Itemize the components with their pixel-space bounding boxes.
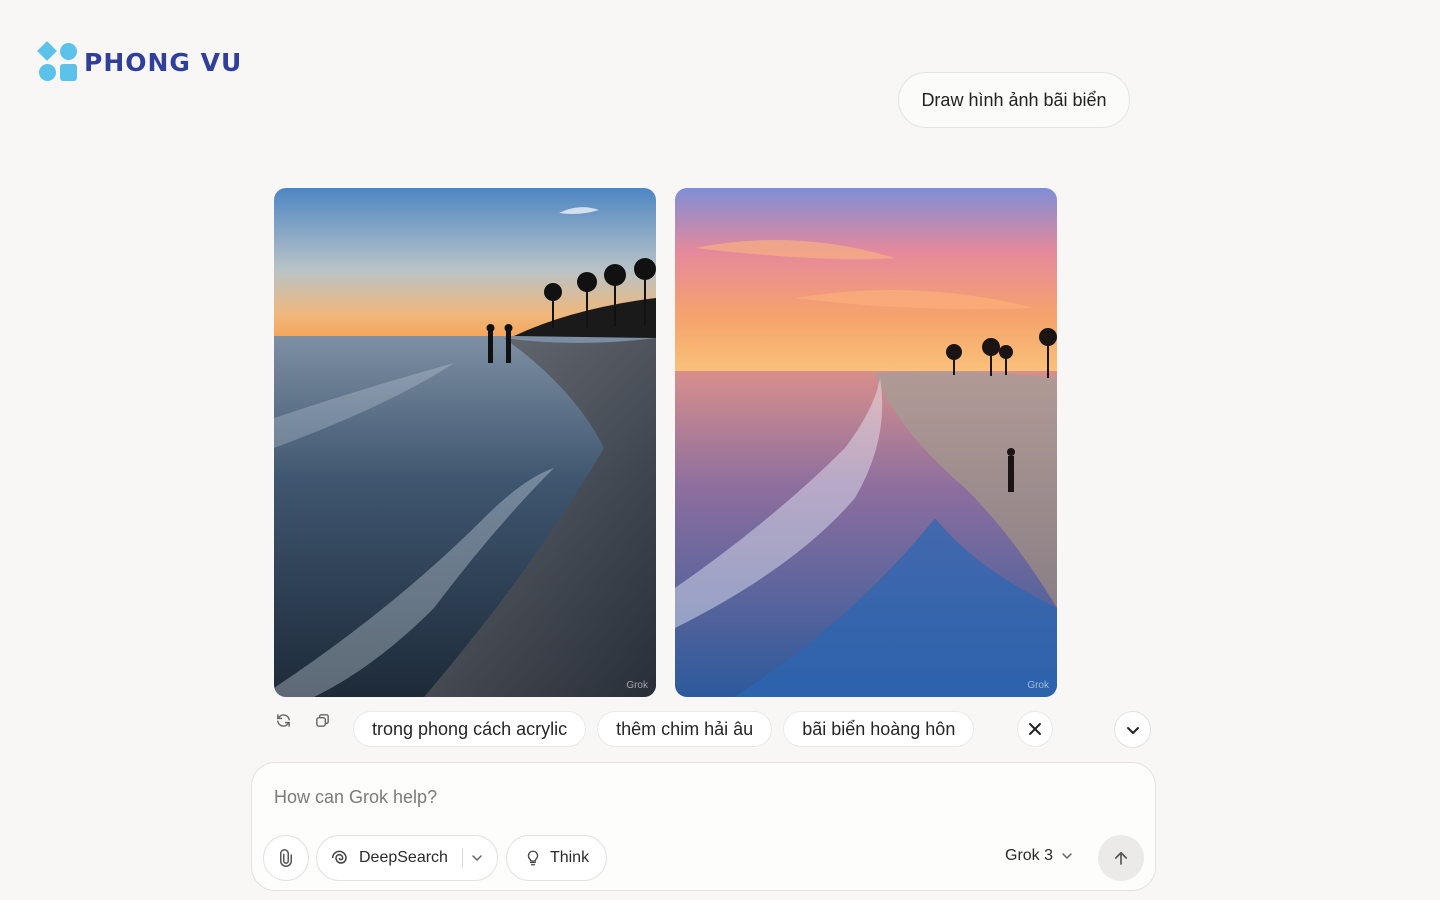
model-label: Grok 3 <box>1005 847 1054 864</box>
chevron-down-icon <box>1062 853 1072 860</box>
generated-image-1[interactable]: Grok <box>274 188 656 697</box>
lightbulb-icon <box>527 850 539 866</box>
deepsearch-options-button[interactable] <box>463 836 491 880</box>
suggestion-chip[interactable]: trong phong cách acrylic <box>353 711 587 747</box>
send-button[interactable] <box>1098 835 1144 881</box>
logo-mark-icon <box>37 41 78 82</box>
suggestion-chips: trong phong cách acrylic thêm chim hải â… <box>353 711 975 747</box>
chevron-down-icon <box>472 855 482 862</box>
suggestion-chip[interactable]: thêm chim hải âu <box>597 711 773 747</box>
composer: DeepSearch Think Grok 3 <box>251 762 1156 891</box>
model-selector[interactable]: Grok 3 <box>1005 847 1073 865</box>
close-suggestions-button[interactable] <box>1017 711 1053 747</box>
attach-button[interactable] <box>263 835 309 881</box>
deepsearch-button[interactable]: DeepSearch <box>316 835 498 881</box>
think-label: Think <box>549 849 590 866</box>
user-message-bubble: Draw hình ảnh bãi biển <box>898 72 1130 128</box>
chevron-down-icon <box>1126 726 1139 734</box>
close-icon <box>1029 723 1041 735</box>
copy-icon[interactable] <box>312 710 332 730</box>
logo-text: PHONG VU <box>84 47 243 77</box>
suggestion-chip[interactable]: bãi biển hoàng hôn <box>783 711 975 747</box>
image-watermark: Grok <box>626 680 648 691</box>
think-button[interactable]: Think <box>506 835 607 881</box>
paperclip-icon <box>280 849 292 867</box>
user-message-text: Draw hình ảnh bãi biển <box>921 89 1107 110</box>
image-watermark: Grok <box>1027 680 1049 691</box>
scroll-down-button[interactable] <box>1114 711 1151 748</box>
deepsearch-icon <box>331 850 347 864</box>
arrow-up-icon <box>1114 851 1128 865</box>
beach-sunset-image <box>675 188 1057 697</box>
brand-logo[interactable]: PHONG VU <box>37 41 243 82</box>
beach-dusk-image <box>274 188 656 697</box>
refresh-icon[interactable] <box>273 710 293 730</box>
deepsearch-label: DeepSearch <box>359 849 448 866</box>
prompt-input[interactable] <box>274 783 1074 812</box>
generated-image-2[interactable]: Grok <box>675 188 1057 697</box>
